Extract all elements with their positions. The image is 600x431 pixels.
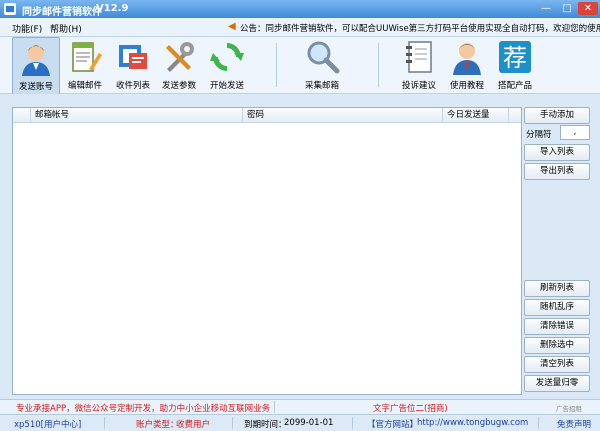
site-url-link[interactable]: http://www.tongbugw.com (417, 418, 528, 428)
export-list-button[interactable]: 导出列表 (524, 163, 590, 180)
official-site-link[interactable]: 【官方网站】 (367, 418, 418, 430)
title-bar: 同步邮件营销软件 V12.9 — □ ✕ (0, 0, 600, 18)
account-type-label: 账户类型： (136, 420, 179, 430)
notice-text: 公告：同步邮件营销软件，可以配合UUWise第三方打码平台使用实现全自动打码，欢… (240, 24, 600, 34)
reset-count-button[interactable]: 发送量归零 (524, 375, 590, 392)
close-button[interactable]: ✕ (578, 2, 598, 15)
expire-value: 2099-01-01 (284, 418, 334, 428)
toolbar: 发送账号 编辑邮件 收件列表 发送参数 开始发送 采集邮箱 投诉建议 使用教程 … (0, 37, 600, 95)
recommend-badge-icon: 荐 (499, 41, 531, 73)
separator-label: 分隔符 (526, 130, 552, 140)
edit-mail-button[interactable]: 编辑邮件 (62, 37, 108, 93)
menu-help[interactable]: 帮助(H) (50, 22, 82, 35)
ad-bar: 专业承接APP，微信公众号定制开发，助力中小企业移动互联网业务 文字广告位二(招… (0, 399, 600, 415)
collect-mail-label: 采集邮箱 (304, 81, 339, 91)
window-version: V12.9 (96, 3, 129, 14)
ad-right-link[interactable]: 文字广告位二(招商) (373, 402, 448, 414)
send-account-button[interactable]: 发送账号 (12, 37, 60, 95)
start-send-button[interactable]: 开始发送 (204, 37, 250, 93)
status-divider (232, 417, 233, 429)
start-send-label: 开始发送 (209, 81, 244, 91)
status-divider (104, 417, 105, 429)
recommend-button[interactable]: 荐 搭配产品 (492, 37, 538, 93)
column-today-sent[interactable]: 今日发送量 (443, 108, 509, 122)
window-title: 同步邮件营销软件 (22, 7, 102, 18)
tools-icon (166, 42, 194, 72)
feedback-button[interactable]: 投诉建议 (396, 37, 442, 93)
clear-list-button[interactable]: 清空列表 (524, 356, 590, 373)
address-book-icon (119, 45, 147, 69)
table-header: 邮箱帐号 密码 今日发送量 (13, 108, 521, 123)
recommend-label: 搭配产品 (497, 81, 532, 91)
import-list-button[interactable]: 导入列表 (524, 144, 590, 161)
separator-input[interactable]: , (560, 125, 590, 140)
shuffle-button[interactable]: 随机乱序 (524, 299, 590, 316)
account-type-value: 收费用户 (176, 420, 211, 430)
minimize-button[interactable]: — (536, 2, 556, 15)
table-header-index (13, 108, 31, 122)
delete-selected-button[interactable]: 删除选中 (524, 337, 590, 354)
status-bar: xp510[用户中心] 账户类型： 收费用户 到期时间： 2099-01-01 … (0, 414, 600, 431)
clear-errors-button[interactable]: 清除错误 (524, 318, 590, 335)
app-logo-icon (4, 3, 16, 15)
ad-divider (274, 401, 275, 413)
toolbar-divider (276, 43, 277, 87)
manual-add-button[interactable]: 手动添加 (524, 107, 590, 124)
toolbar-divider (378, 43, 379, 87)
expire-label: 到期时间： (244, 420, 287, 430)
edit-document-icon (72, 42, 102, 72)
maximize-button[interactable]: □ (557, 2, 577, 15)
user-center-link[interactable]: xp510[用户中心] (14, 418, 81, 430)
column-email[interactable]: 邮箱帐号 (31, 108, 243, 122)
menu-function[interactable]: 功能(F) (12, 22, 42, 35)
user-avatar-icon (22, 45, 50, 76)
ad-corner-text: 广告招租 (556, 405, 582, 413)
collect-mail-button[interactable]: 采集邮箱 (299, 37, 345, 93)
magnifier-icon (307, 41, 340, 74)
recommend-glyph: 荐 (503, 44, 527, 72)
user-guide-icon (453, 43, 481, 75)
status-divider (352, 417, 353, 429)
refresh-list-button[interactable]: 刷新列表 (524, 280, 590, 297)
notebook-icon (406, 41, 432, 73)
send-params-button[interactable]: 发送参数 (156, 37, 202, 93)
speaker-icon: ◀ (228, 21, 236, 32)
tutorial-button[interactable]: 使用教程 (444, 37, 490, 93)
menu-bar: 功能(F) 帮助(H) ◀ 公告：同步邮件营销软件，可以配合UUWise第三方打… (0, 18, 600, 37)
ad-left-link[interactable]: 专业承接APP，微信公众号定制开发，助力中小企业移动互联网业务 (16, 402, 270, 414)
column-password[interactable]: 密码 (243, 108, 443, 122)
status-divider (538, 417, 539, 429)
account-table[interactable]: 邮箱帐号 密码 今日发送量 (12, 107, 522, 395)
disclaimer-link[interactable]: 免责声明 (557, 418, 591, 430)
refresh-arrows-icon (210, 43, 244, 71)
